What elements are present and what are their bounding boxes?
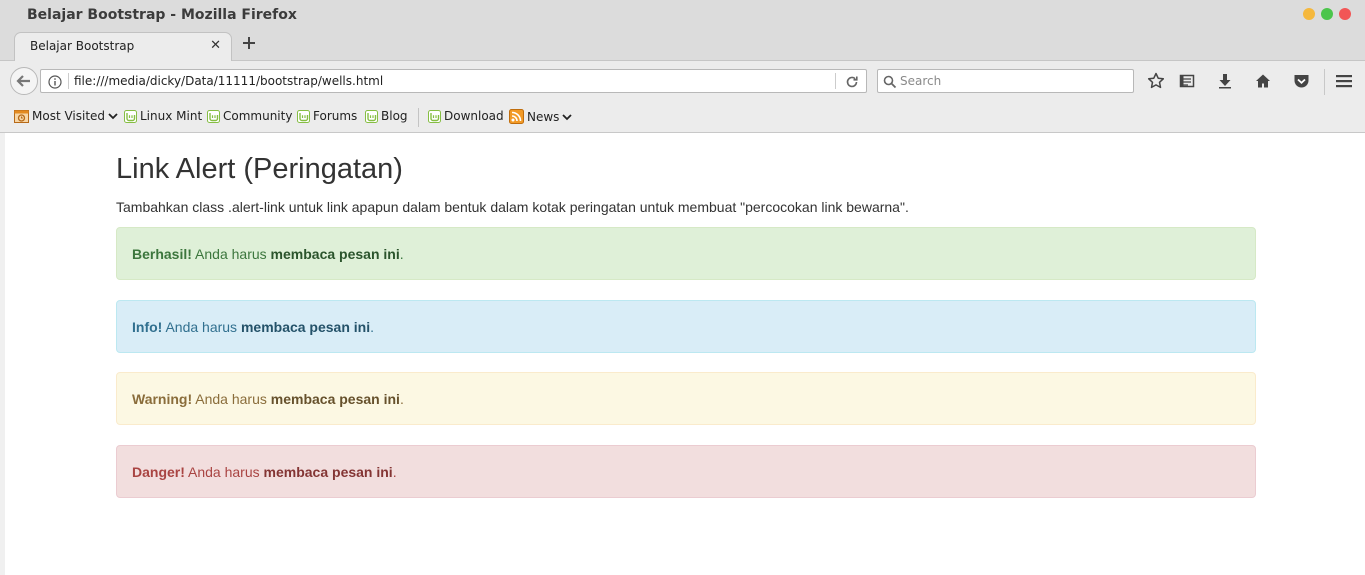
alert-danger: Danger! Anda harus membaca pesan ini. bbox=[116, 445, 1256, 498]
pocket-icon[interactable] bbox=[1291, 71, 1311, 91]
bookmark-community[interactable]: Community bbox=[207, 109, 292, 123]
bookmarks-toolbar: Most Visited Linux Mint Community Forums… bbox=[0, 102, 1365, 133]
bookmark-label: Download bbox=[444, 109, 504, 123]
window-controls bbox=[1303, 8, 1351, 20]
bookmarks-divider bbox=[418, 108, 419, 127]
mint-icon bbox=[207, 109, 220, 123]
mint-icon bbox=[297, 109, 310, 123]
alert-success: Berhasil! Anda harus membaca pesan ini. bbox=[116, 227, 1256, 280]
bookmark-label: Blog bbox=[381, 109, 408, 123]
bookmark-news[interactable]: News bbox=[509, 109, 573, 124]
bookmark-forums[interactable]: Forums bbox=[297, 109, 357, 123]
toolbar-divider bbox=[1324, 69, 1325, 95]
alert-text: Anda harus bbox=[191, 245, 271, 262]
page-heading: Link Alert (Peringatan) bbox=[116, 153, 403, 185]
alert-link[interactable]: membaca pesan ini bbox=[271, 246, 400, 262]
alert-text: Anda harus bbox=[192, 390, 271, 407]
mint-icon bbox=[365, 109, 378, 123]
maximize-button[interactable] bbox=[1321, 8, 1333, 20]
bookmark-linux-mint[interactable]: Linux Mint bbox=[124, 109, 202, 123]
tab-label: Belajar Bootstrap bbox=[30, 39, 135, 53]
window-title: Belajar Bootstrap - Mozilla Firefox bbox=[27, 7, 297, 23]
download-icon[interactable] bbox=[1215, 71, 1235, 91]
url-bar-divider bbox=[68, 73, 69, 89]
bookmark-label: Community bbox=[223, 109, 293, 123]
page-content: Link Alert (Peringatan) Tambahkan class … bbox=[0, 133, 1365, 575]
alert-end: . bbox=[392, 463, 397, 480]
alert-strong: Danger! bbox=[132, 463, 185, 480]
back-button[interactable] bbox=[10, 67, 38, 95]
tab-close-icon[interactable]: ✕ bbox=[210, 38, 221, 53]
site-info-icon[interactable] bbox=[48, 74, 62, 93]
mint-icon bbox=[428, 109, 441, 123]
home-icon[interactable] bbox=[1253, 71, 1273, 91]
alert-info: Info! Anda harus membaca pesan ini. bbox=[116, 300, 1256, 353]
bookmark-label: Linux Mint bbox=[140, 109, 203, 123]
search-icon bbox=[883, 74, 897, 93]
rss-icon bbox=[509, 109, 524, 124]
bookmark-star-icon[interactable] bbox=[1146, 71, 1166, 91]
window-titlebar: Belajar Bootstrap - Mozilla Firefox bbox=[0, 0, 1365, 32]
navigation-toolbar: file:///media/dicky/Data/11111/bootstrap… bbox=[0, 61, 1365, 102]
page-description: Tambahkan class .alert-link untuk link a… bbox=[116, 199, 909, 215]
url-bar-divider bbox=[835, 73, 836, 89]
alert-link[interactable]: membaca pesan ini bbox=[241, 319, 370, 335]
chevron-down-icon bbox=[562, 113, 573, 120]
tab-strip: Belajar Bootstrap ✕ bbox=[0, 32, 1365, 61]
alert-warning: Warning! Anda harus membaca pesan ini. bbox=[116, 372, 1256, 425]
alert-strong: Info! bbox=[132, 318, 163, 335]
bookmark-download[interactable]: Download bbox=[428, 109, 504, 123]
alert-text: Anda harus bbox=[162, 318, 241, 335]
url-text[interactable]: file:///media/dicky/Data/11111/bootstrap… bbox=[74, 74, 383, 88]
alert-strong: Warning! bbox=[132, 390, 193, 407]
alert-text: Anda harus bbox=[184, 463, 264, 480]
tab-active[interactable]: Belajar Bootstrap ✕ bbox=[14, 32, 232, 61]
close-window-button[interactable] bbox=[1339, 8, 1351, 20]
new-tab-button[interactable] bbox=[241, 34, 257, 54]
search-bar[interactable] bbox=[877, 69, 1134, 93]
minimize-button[interactable] bbox=[1303, 8, 1315, 20]
reading-list-icon[interactable] bbox=[1177, 71, 1197, 91]
alert-end: . bbox=[399, 245, 404, 262]
bookmark-most-visited[interactable]: Most Visited bbox=[14, 109, 118, 123]
alert-link[interactable]: membaca pesan ini bbox=[271, 391, 400, 407]
alert-end: . bbox=[370, 318, 375, 335]
search-input[interactable] bbox=[900, 72, 1125, 90]
plus-icon bbox=[243, 37, 255, 49]
alert-end: . bbox=[399, 390, 404, 407]
bookmark-label: Most Visited bbox=[32, 109, 106, 123]
alert-link[interactable]: membaca pesan ini bbox=[264, 464, 393, 480]
url-bar[interactable]: file:///media/dicky/Data/11111/bootstrap… bbox=[40, 69, 867, 93]
bookmark-blog[interactable]: Blog bbox=[365, 109, 408, 123]
chevron-down-icon bbox=[108, 113, 118, 120]
back-arrow-icon bbox=[16, 75, 30, 87]
most-visited-icon bbox=[14, 110, 29, 123]
mint-icon bbox=[124, 109, 137, 123]
bookmark-label: Forums bbox=[313, 109, 358, 123]
menu-icon[interactable] bbox=[1334, 71, 1354, 91]
bookmark-label: News bbox=[527, 109, 560, 124]
alert-strong: Berhasil! bbox=[132, 245, 192, 262]
reload-icon[interactable] bbox=[845, 74, 859, 93]
